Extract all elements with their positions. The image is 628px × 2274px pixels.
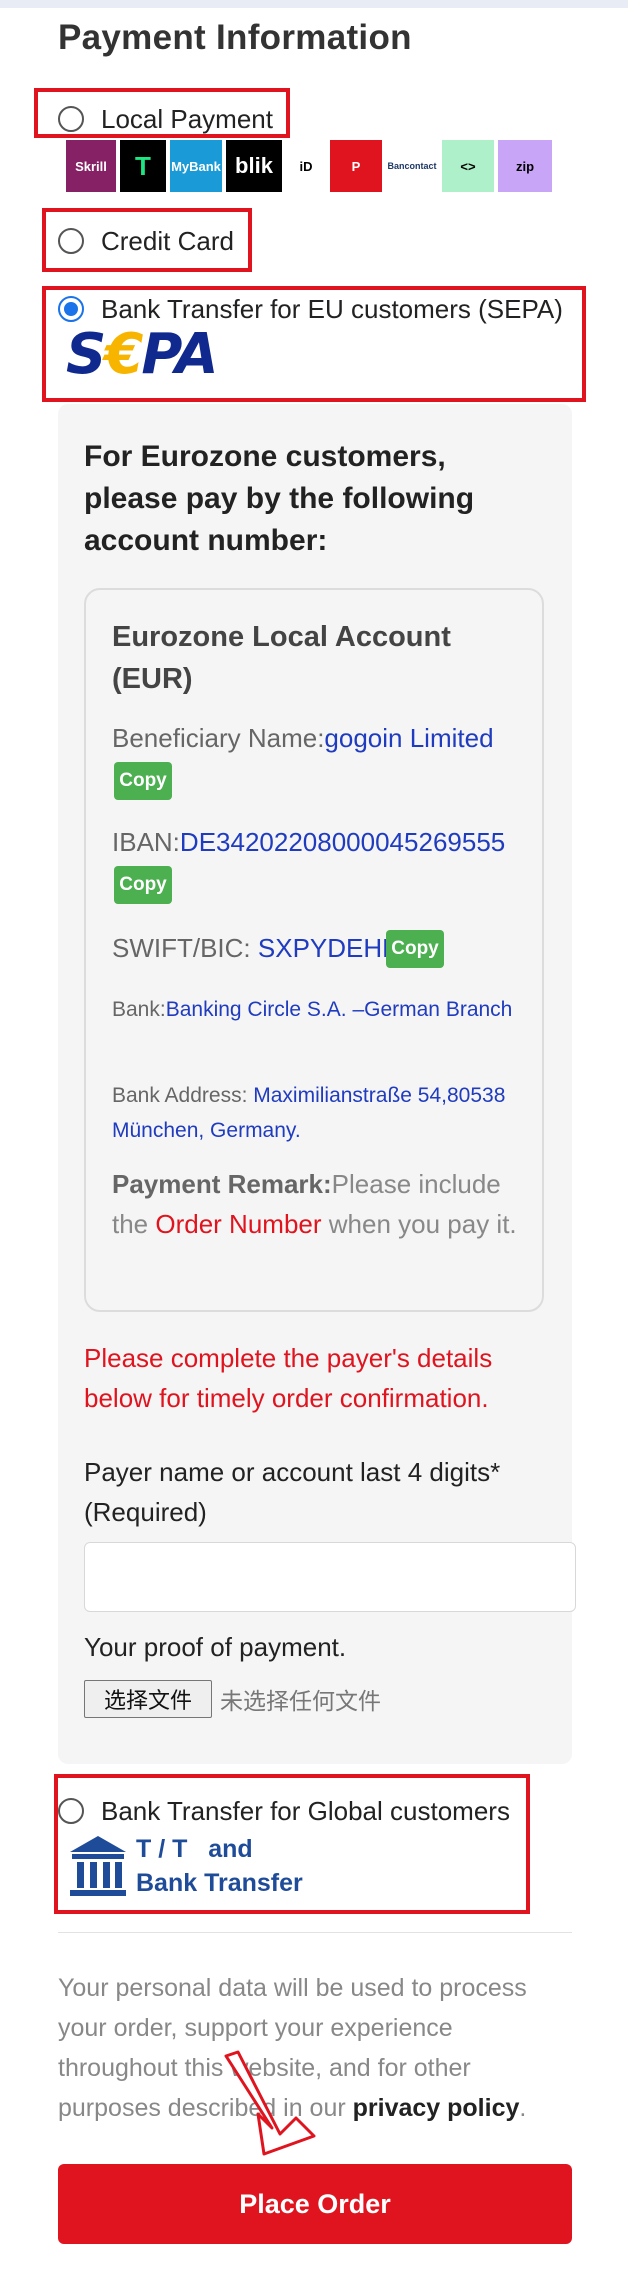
bank-address-row: Bank Address: Maximilianstraße 54,80538 … xyxy=(112,1078,532,1148)
tt-logo-line2: Bank Transfer xyxy=(136,1869,303,1897)
logo-mybank: MyBank xyxy=(170,140,222,192)
sepa-panel-heading: For Eurozone customers, please pay by th… xyxy=(84,440,475,557)
sepa-logo-s: S xyxy=(66,322,106,387)
copy-iban-button[interactable]: Copy xyxy=(114,866,172,904)
bank-row: Bank:Banking Circle S.A. –German Branch xyxy=(112,992,532,1027)
logo-trustly: <> xyxy=(442,140,494,192)
logo-twint: T xyxy=(120,140,166,192)
iban-row: IBAN:DE34202208000045269555 xyxy=(112,822,505,862)
remark-text-2: when you pay it. xyxy=(321,1209,517,1239)
beneficiary-row: Beneficiary Name:gogoin Limited xyxy=(112,718,494,758)
account-title: Eurozone Local Account (EUR) xyxy=(112,621,451,695)
radio-credit-card[interactable] xyxy=(58,228,84,254)
bank-address-label: Bank Address: xyxy=(112,1084,254,1107)
beneficiary-label: Beneficiary Name: xyxy=(112,723,325,753)
privacy-policy-link[interactable]: privacy policy xyxy=(353,2094,520,2122)
payment-remark: Payment Remark:Please include the Order … xyxy=(112,1164,522,1244)
beneficiary-value: gogoin Limited xyxy=(324,723,494,753)
copy-beneficiary-button[interactable]: Copy xyxy=(114,762,172,800)
sepa-logo-euro: € xyxy=(104,322,143,387)
proof-of-payment-label: Your proof of payment. xyxy=(84,1632,347,1662)
logo-ideal: iD xyxy=(286,140,326,192)
page-title: Payment Information xyxy=(58,18,412,57)
bank-label: Bank: xyxy=(112,998,166,1021)
payer-details-notice: Please complete the payer's details belo… xyxy=(84,1343,493,1413)
logo-blik: blik xyxy=(226,140,282,192)
logo-zip: zip xyxy=(498,140,552,192)
radio-global-transfer[interactable] xyxy=(58,1798,84,1824)
iban-label: IBAN: xyxy=(112,827,180,857)
payer-field-label: Payer name or account last 4 digits* (Re… xyxy=(84,1457,501,1527)
option-label-local-payment[interactable]: Local Payment xyxy=(101,104,273,135)
swift-label: SWIFT/BIC: xyxy=(112,933,258,963)
bank-value: Banking Circle S.A. –German Branch xyxy=(165,998,513,1021)
copy-swift-button[interactable]: Copy xyxy=(386,930,444,968)
top-bar xyxy=(0,0,628,8)
tt-logo-line1: T / T and xyxy=(136,1835,253,1863)
swift-row: SWIFT/BIC: SXPYDEHH xyxy=(112,928,401,968)
choose-file-button[interactable]: 选择文件 xyxy=(84,1680,212,1718)
place-order-button[interactable]: Place Order xyxy=(58,2164,572,2244)
remark-label: Payment Remark: xyxy=(112,1169,332,1199)
iban-value: DE34202208000045269555 xyxy=(179,827,506,857)
logo-przelewy: P xyxy=(330,140,382,192)
logo-skrill: Skrill xyxy=(66,140,116,192)
payer-input[interactable] xyxy=(84,1542,576,1612)
logo-bancontact: Bancontact xyxy=(386,140,438,192)
option-label-global-transfer[interactable]: Bank Transfer for Global customers xyxy=(101,1796,510,1827)
radio-local-payment[interactable] xyxy=(58,106,84,132)
bank-building-icon xyxy=(70,1836,126,1896)
local-payment-logos: Skrill T MyBank blik iD P Bancontact <> zip xyxy=(66,140,552,192)
remark-order-number: Order Number xyxy=(155,1209,322,1239)
radio-sepa[interactable] xyxy=(58,296,84,322)
privacy-end: . xyxy=(519,2094,527,2122)
pointer-arrow-icon xyxy=(224,2050,316,2156)
tt-bank-transfer-logo: T / T and Bank Transfer xyxy=(68,1832,303,1900)
option-label-sepa[interactable]: Bank Transfer for EU customers (SEPA) xyxy=(101,294,563,325)
file-status-text: 未选择任何文件 xyxy=(220,1689,381,1715)
swift-value: SXPYDEHH xyxy=(257,933,401,963)
divider xyxy=(58,1932,572,1933)
sepa-logo: S€PA xyxy=(66,322,219,387)
sepa-logo-pa: PA xyxy=(141,322,218,387)
option-label-credit-card[interactable]: Credit Card xyxy=(101,226,234,257)
